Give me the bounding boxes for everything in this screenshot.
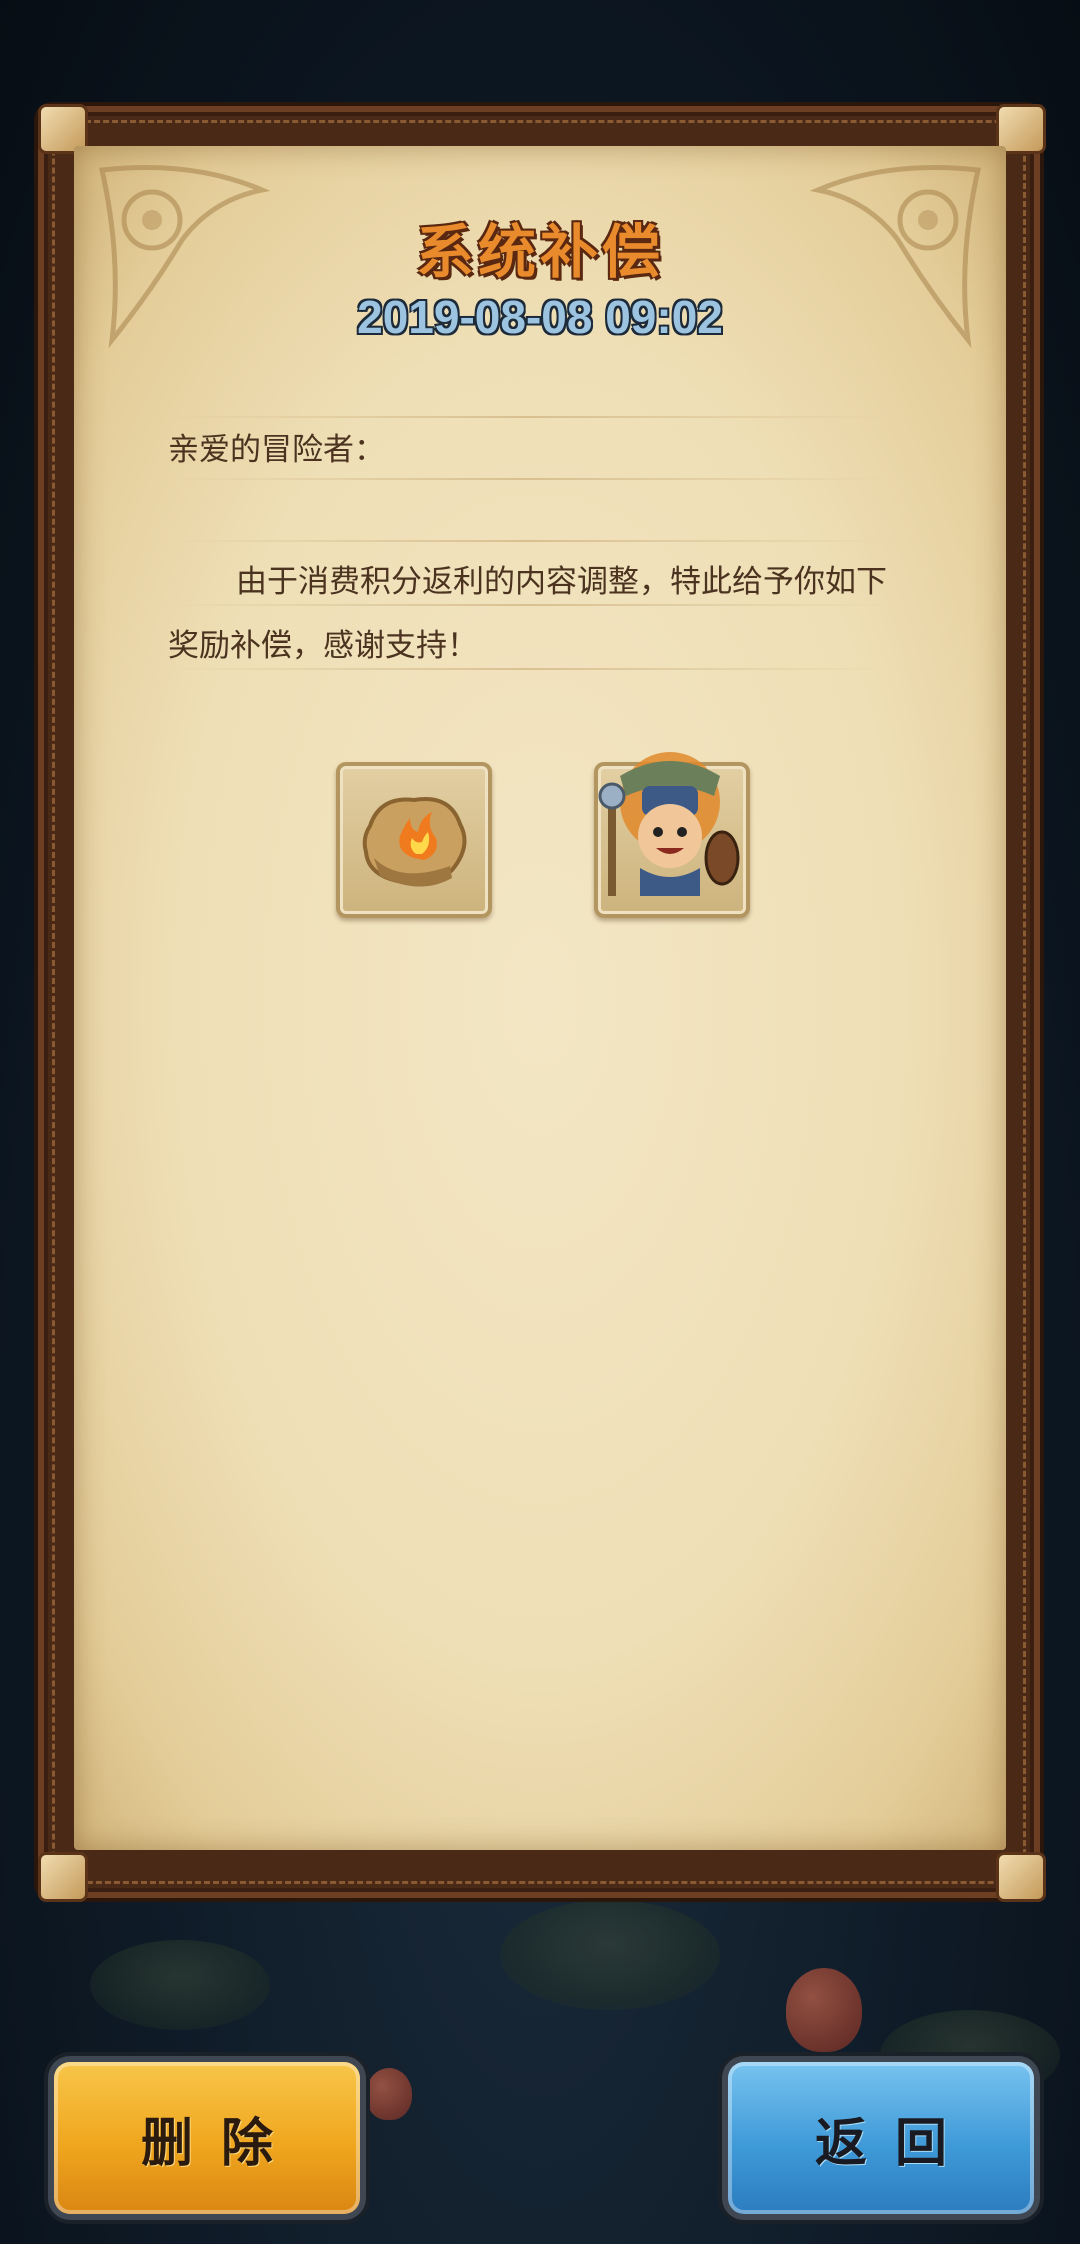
frame-corner (996, 1852, 1046, 1902)
mail-parchment (74, 146, 1006, 1850)
back-button[interactable]: 返回 (728, 2062, 1034, 2214)
frame-corner (38, 1852, 88, 1902)
background-balloon (366, 2068, 412, 2120)
delete-button-label: 删除 (140, 2113, 301, 2174)
mail-greeting: 亲爱的冒险者： (168, 432, 385, 468)
background-balloon (786, 1968, 862, 2052)
mail-title: 系统补偿 (415, 218, 664, 286)
mail-body: 由于消费积分返利的内容调整，特此给予你如下奖励补偿，感谢支持！ (168, 564, 887, 664)
divider (168, 540, 888, 542)
background-island (500, 1900, 720, 2010)
reward-item-hero[interactable] (594, 752, 750, 918)
back-button-label: 返回 (814, 2113, 975, 2174)
mail-date: 2019-08-08 09:02 (357, 291, 723, 343)
background-island (90, 1940, 270, 2030)
fire-stone-icon (362, 797, 467, 887)
delete-button[interactable]: 删除 (54, 2062, 360, 2214)
divider (168, 478, 888, 480)
divider (168, 416, 888, 418)
reward-item-fire-stone[interactable] (336, 762, 492, 918)
hero-avatar-icon (598, 752, 740, 896)
